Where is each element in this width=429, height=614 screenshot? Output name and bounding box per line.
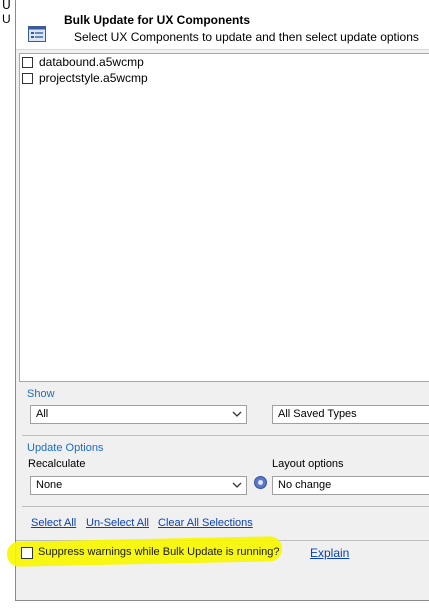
chevron-down-icon bbox=[232, 411, 242, 417]
saved-types-value: All Saved Types bbox=[278, 408, 357, 420]
update-options-group-label: Update Options bbox=[27, 442, 104, 454]
component-checkbox[interactable] bbox=[22, 73, 33, 84]
component-list-icon bbox=[28, 26, 46, 42]
suppress-warnings-checkbox[interactable] bbox=[21, 547, 33, 559]
layout-options-label: Layout options bbox=[272, 458, 344, 470]
layout-options-value: No change bbox=[278, 479, 332, 491]
dialog-title: Bulk Update for UX Components bbox=[64, 13, 251, 27]
help-icon[interactable] bbox=[254, 476, 267, 489]
dialog-header: Bulk Update for UX Components Select UX … bbox=[16, 0, 429, 50]
background-text-fragment: ᑌ bbox=[2, 0, 11, 12]
saved-types-select[interactable]: All Saved Types bbox=[272, 405, 429, 424]
clear-all-selections-link[interactable]: Clear All Selections bbox=[158, 517, 253, 529]
group-divider bbox=[22, 435, 429, 436]
layout-options-select[interactable]: No change bbox=[272, 476, 429, 495]
bulk-update-dialog: Bulk Update for UX Components Select UX … bbox=[15, 0, 429, 601]
unselect-all-link[interactable]: Un-Select All bbox=[86, 517, 149, 529]
select-all-link[interactable]: Select All bbox=[31, 517, 76, 529]
show-filter-select[interactable]: All bbox=[30, 405, 247, 424]
list-item[interactable]: projectstyle.a5wcmp bbox=[39, 71, 148, 85]
chevron-down-icon bbox=[232, 482, 242, 488]
recalculate-select[interactable]: None bbox=[30, 476, 247, 495]
suppress-warnings-label[interactable]: Suppress warnings while Bulk Update is r… bbox=[38, 546, 280, 558]
component-list[interactable]: databound.a5wcmp projectstyle.a5wcmp bbox=[19, 53, 429, 382]
dialog-subtitle: Select UX Components to update and then … bbox=[74, 30, 419, 44]
recalculate-value: None bbox=[36, 479, 63, 491]
show-filter-value: All bbox=[36, 408, 49, 420]
explain-link[interactable]: Explain bbox=[310, 546, 349, 560]
component-checkbox[interactable] bbox=[22, 57, 33, 68]
background-letter: U bbox=[2, 12, 11, 26]
list-item[interactable]: databound.a5wcmp bbox=[39, 55, 144, 69]
recalculate-label: Recalculate bbox=[28, 458, 86, 470]
group-divider bbox=[22, 506, 429, 507]
show-group-label: Show bbox=[27, 388, 55, 400]
